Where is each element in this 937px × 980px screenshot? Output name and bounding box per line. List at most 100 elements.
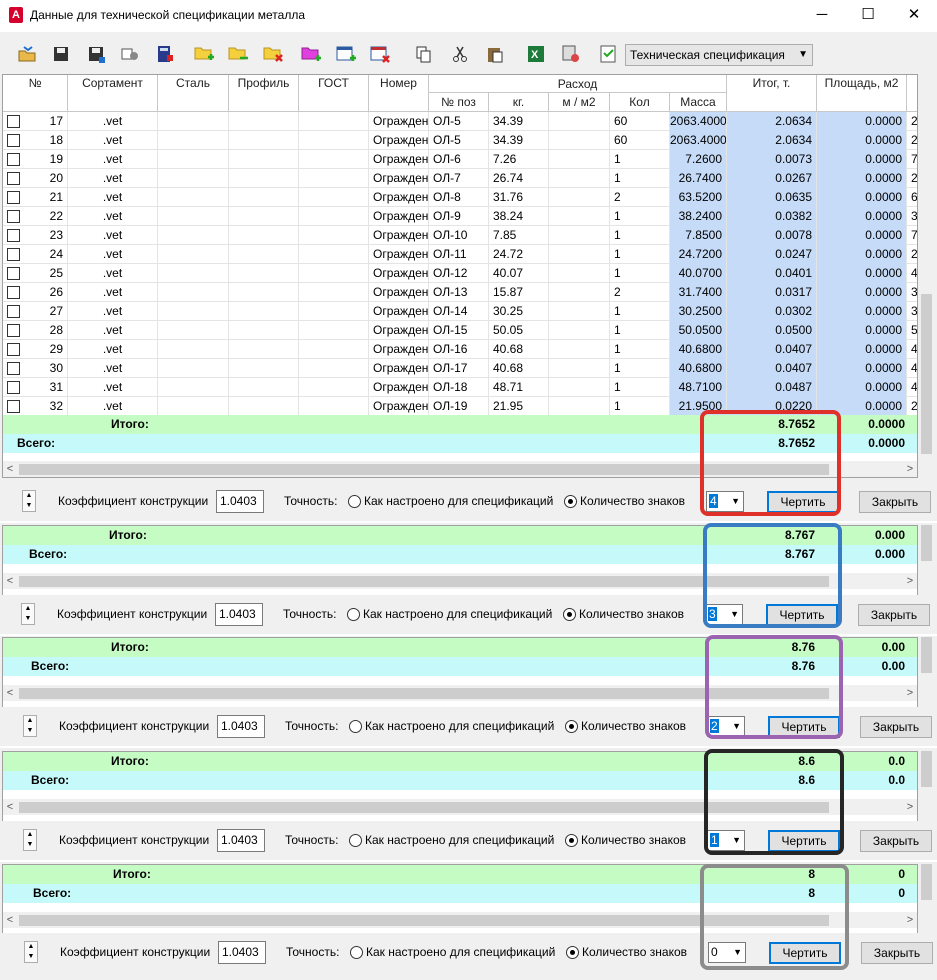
cell-empty[interactable] (299, 245, 369, 264)
cell-kol[interactable]: 1 (610, 340, 670, 359)
cell-area[interactable]: 0.0000 (817, 321, 907, 340)
vscroll-thumb[interactable] (921, 864, 932, 900)
copy-icon[interactable] (413, 43, 435, 65)
grid-hscrollbar[interactable]: < > (3, 912, 917, 928)
row-number-cell[interactable]: 21 (3, 188, 68, 207)
cell-empty[interactable] (158, 150, 229, 169)
cell-sort[interactable]: .vet (68, 378, 158, 397)
cell-empty[interactable] (549, 264, 610, 283)
cell-empty[interactable] (229, 397, 299, 416)
cell-empty[interactable] (229, 302, 299, 321)
table-add-icon[interactable] (335, 43, 357, 65)
cell-mass[interactable]: 26.7400 (670, 169, 727, 188)
cell-itog[interactable]: 0.0317 (727, 283, 817, 302)
cell-kol[interactable]: 1 (610, 245, 670, 264)
cell-empty[interactable] (158, 131, 229, 150)
cell-empty[interactable] (299, 207, 369, 226)
cell-poz[interactable]: ОЛ-16 (429, 340, 489, 359)
grid-vscrollbar[interactable] (918, 525, 935, 596)
open-folder-icon[interactable] (16, 43, 38, 65)
check-icon[interactable] (598, 43, 620, 65)
settings-icon[interactable] (119, 43, 141, 65)
cell-empty[interactable] (229, 283, 299, 302)
row-checkbox[interactable] (7, 286, 20, 299)
digits-select[interactable]: 0 ▼ (708, 942, 746, 963)
cell-poz[interactable]: ОЛ-8 (429, 188, 489, 207)
cell-itog[interactable]: 2.0634 (727, 131, 817, 150)
cell-empty[interactable] (229, 131, 299, 150)
close-button[interactable]: Закрыть (861, 942, 933, 964)
col-profile[interactable]: Профиль (229, 75, 299, 111)
cell-mass[interactable]: 40.6800 (670, 359, 727, 378)
cell-sort[interactable]: .vet (68, 131, 158, 150)
cell-sort[interactable]: .vet (68, 359, 158, 378)
row-checkbox[interactable] (7, 362, 20, 375)
cell-kg[interactable]: 40.68 (489, 359, 549, 378)
cell-num[interactable]: Огражден (369, 378, 429, 397)
cell-itog[interactable]: 0.0407 (727, 359, 817, 378)
draw-button[interactable]: Чертить (767, 491, 839, 513)
cell-empty[interactable] (549, 150, 610, 169)
cell-empty[interactable] (299, 378, 369, 397)
cell-empty[interactable] (229, 321, 299, 340)
cell-ex[interactable]: 2 (907, 169, 917, 188)
cell-kg[interactable]: 7.26 (489, 150, 549, 169)
radio-spec-setting[interactable] (349, 720, 362, 733)
folder-add-icon[interactable] (193, 43, 215, 65)
cell-poz[interactable]: ОЛ-18 (429, 378, 489, 397)
cell-kol[interactable]: 60 (610, 131, 670, 150)
cell-ex[interactable]: 3 (907, 302, 917, 321)
coef-input[interactable]: 1.0403 (215, 603, 263, 626)
row-checkbox[interactable] (7, 191, 20, 204)
row-number-cell[interactable]: 32 (3, 397, 68, 416)
calculator-icon[interactable] (154, 43, 176, 65)
col-kol[interactable]: Кол (610, 93, 670, 111)
coef-spinner[interactable]: ▲ ▼ (23, 715, 37, 737)
radio-spec-setting[interactable] (350, 946, 363, 959)
close-button[interactable]: Закрыть (860, 830, 932, 852)
scroll-left-icon[interactable]: < (3, 799, 17, 815)
cell-kg[interactable]: 34.39 (489, 112, 549, 131)
cell-empty[interactable] (549, 207, 610, 226)
table-row[interactable]: 24 .vet Огражден ОЛ-11 24.72 1 24.7200 0.0247 0.… (3, 245, 917, 264)
coef-spinner[interactable]: ▲ ▼ (23, 829, 37, 851)
cell-empty[interactable] (229, 150, 299, 169)
cell-sort[interactable]: .vet (68, 321, 158, 340)
cell-empty[interactable] (549, 397, 610, 416)
close-button[interactable]: Закрыть (858, 604, 930, 626)
col-itog[interactable]: Итог, т. (727, 75, 817, 111)
vscroll-thumb[interactable] (921, 637, 932, 673)
cell-num[interactable]: Огражден (369, 112, 429, 131)
col-kg[interactable]: кг. (489, 93, 549, 111)
cell-empty[interactable] (158, 264, 229, 283)
cell-ex[interactable]: 2 (907, 131, 917, 150)
cell-empty[interactable] (549, 321, 610, 340)
coef-spinner[interactable]: ▲ ▼ (22, 490, 36, 512)
scroll-left-icon[interactable]: < (3, 461, 17, 477)
cell-mass[interactable]: 7.2600 (670, 150, 727, 169)
cell-kol[interactable]: 1 (610, 150, 670, 169)
cell-area[interactable]: 0.0000 (817, 378, 907, 397)
cell-kg[interactable]: 48.71 (489, 378, 549, 397)
cell-mass[interactable]: 48.7100 (670, 378, 727, 397)
cell-empty[interactable] (549, 131, 610, 150)
cell-empty[interactable] (229, 340, 299, 359)
cell-itog[interactable]: 0.0487 (727, 378, 817, 397)
cell-mass[interactable]: 31.7400 (670, 283, 727, 302)
row-number-cell[interactable]: 26 (3, 283, 68, 302)
cell-empty[interactable] (229, 264, 299, 283)
cell-ex[interactable]: 4 (907, 359, 917, 378)
draw-button[interactable]: Чертить (768, 716, 840, 738)
coef-spinner[interactable]: ▲ ▼ (21, 603, 35, 625)
cell-itog[interactable]: 0.0302 (727, 302, 817, 321)
cell-empty[interactable] (299, 264, 369, 283)
cell-kol[interactable]: 1 (610, 207, 670, 226)
cell-sort[interactable]: .vet (68, 188, 158, 207)
export-icon[interactable] (560, 43, 582, 65)
table-row[interactable]: 21 .vet Огражден ОЛ-8 31.76 2 63.5200 0.0635 0.0… (3, 188, 917, 207)
hscroll-thumb[interactable] (19, 576, 829, 587)
cell-kol[interactable]: 1 (610, 321, 670, 340)
radio-digits[interactable] (565, 720, 578, 733)
table-row[interactable]: 32 .vet Огражден ОЛ-19 21.95 1 21.9500 0.0220 0.… (3, 397, 917, 416)
cell-sort[interactable]: .vet (68, 283, 158, 302)
